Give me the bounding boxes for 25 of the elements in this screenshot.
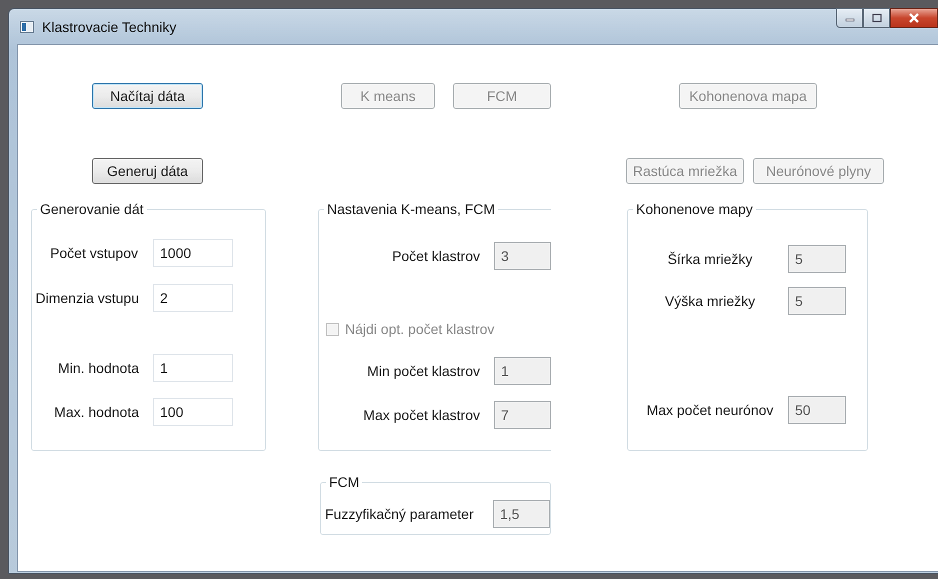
field-label: Dimenzia vstupu: [34, 290, 140, 306]
action-button[interactable]: Načítaj dáta: [92, 83, 203, 109]
field-label: Počet klastrov: [391, 248, 481, 264]
field-label: Šírka mriežky: [666, 251, 754, 267]
action-button[interactable]: Generuj dáta: [92, 158, 203, 184]
input-field[interactable]: 1: [153, 354, 233, 382]
close-icon: [907, 12, 921, 24]
maximize-button[interactable]: [863, 8, 890, 28]
close-button[interactable]: [890, 8, 938, 28]
window-title: Klastrovacie Techniky: [42, 18, 176, 34]
maximize-icon: [870, 13, 882, 23]
checkbox-label: Nájdi opt. počet klastrov: [345, 321, 494, 337]
field-label: Max počet neurónov: [646, 402, 774, 418]
input-field[interactable]: 1000: [153, 239, 233, 267]
field-label: Počet vstupov: [49, 245, 139, 261]
minimize-button[interactable]: [836, 8, 863, 28]
field-label: Min. hodnota: [57, 360, 140, 376]
field-label: Min počet klastrov: [366, 363, 481, 379]
input-field[interactable]: 2: [153, 284, 233, 312]
field-label: Max. hodnota: [53, 404, 140, 420]
field-label: Max počet klastrov: [362, 407, 481, 423]
field-label: Fuzzyfikačný parameter: [325, 506, 475, 522]
field-label: Výška mriežky: [664, 293, 756, 309]
input-field[interactable]: 100: [153, 398, 233, 426]
window-icon: [20, 20, 34, 32]
